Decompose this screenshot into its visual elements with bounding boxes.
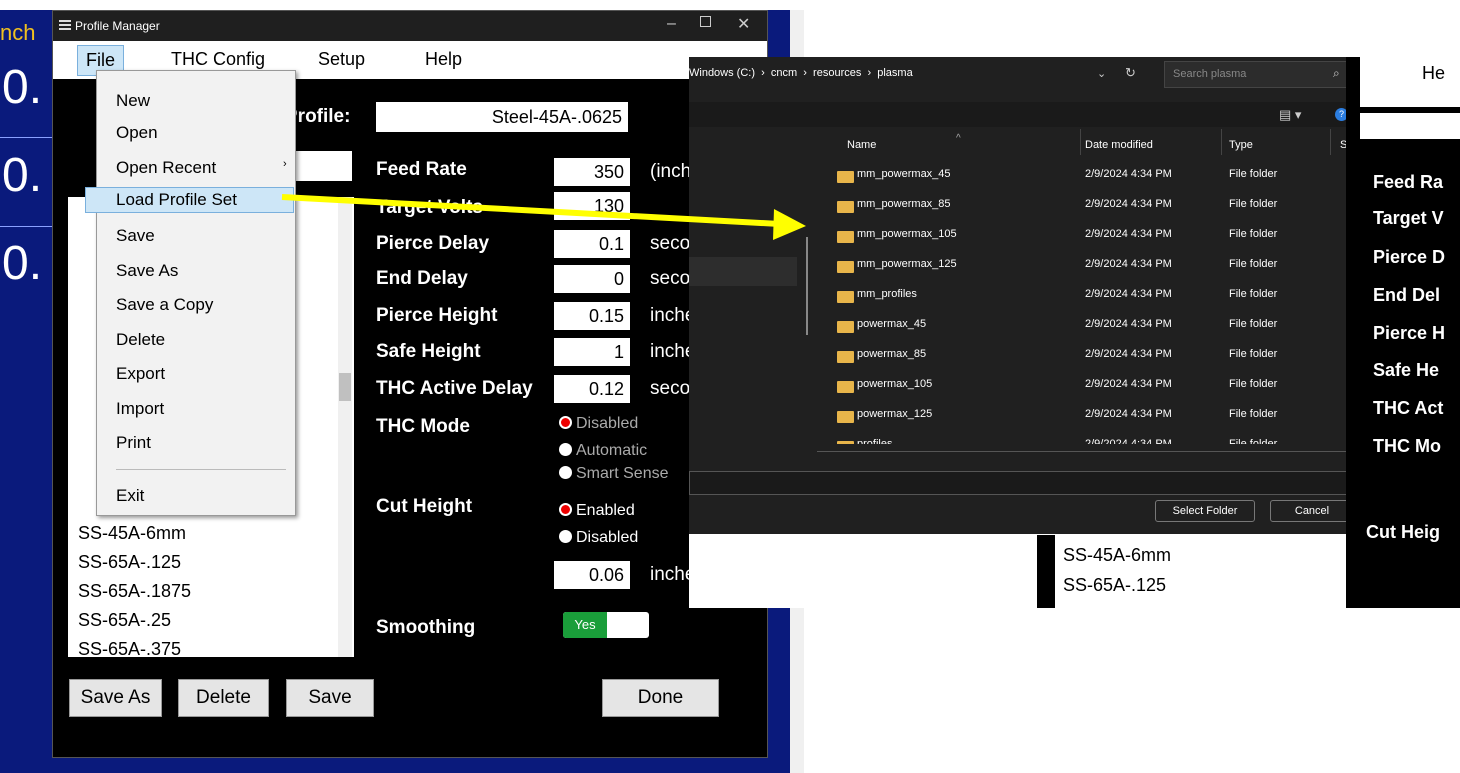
arrow-head [773, 209, 806, 240]
arrow-shaft [281, 194, 781, 227]
annotation-arrow [281, 194, 806, 240]
